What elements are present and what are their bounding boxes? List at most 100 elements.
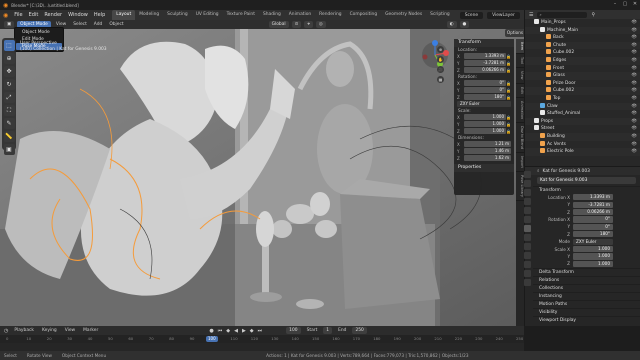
outliner-row[interactable]: Prize Door 👁 bbox=[525, 79, 640, 88]
pivot-icon[interactable]: ⊙ bbox=[291, 21, 302, 28]
add-cube-icon[interactable]: ▣ bbox=[3, 144, 15, 155]
section-viewport-display[interactable]: Viewport Display bbox=[533, 315, 640, 324]
object-name-field[interactable]: Kat for Genesis 9.003 bbox=[537, 177, 636, 184]
minimize-icon[interactable]: – bbox=[610, 1, 620, 9]
lock-icon[interactable]: 🔒 bbox=[506, 122, 511, 127]
sidebar-tab-daz[interactable]: Daz to Blend bbox=[516, 123, 524, 153]
location-y-field[interactable]: -3.7281 m bbox=[464, 60, 506, 67]
outliner-row[interactable]: Props 👁 bbox=[525, 117, 640, 126]
constraints-tab-icon[interactable] bbox=[524, 261, 531, 268]
prop-scale-x-field[interactable]: 1.000 bbox=[573, 246, 613, 253]
overlay-icon[interactable]: ◐ bbox=[446, 21, 457, 28]
render-tab-icon[interactable] bbox=[524, 180, 531, 187]
outliner-row[interactable]: Front 👁 bbox=[525, 64, 640, 73]
sidebar-tab-edit[interactable]: Edit bbox=[516, 84, 524, 98]
menu-playback[interactable]: Playback bbox=[12, 328, 36, 333]
dimensions-x-field[interactable]: 1.21 m bbox=[464, 141, 511, 148]
rotate-icon[interactable]: ↻ bbox=[3, 79, 15, 90]
rotation-z-field[interactable]: 180° bbox=[464, 94, 506, 101]
visibility-eye-icon[interactable]: 👁 bbox=[631, 141, 637, 149]
outliner-row[interactable]: Stuffed_Animal 👁 bbox=[525, 110, 640, 118]
3d-viewport[interactable] bbox=[0, 29, 524, 326]
play-icon[interactable]: ▶ bbox=[242, 328, 246, 334]
outliner-row[interactable]: Chute 👁 bbox=[525, 41, 640, 50]
rotation-x-field[interactable]: 0° bbox=[464, 80, 506, 87]
dimensions-y-field[interactable]: 1.46 m bbox=[464, 148, 511, 155]
prop-scale-z-field[interactable]: 1.000 bbox=[573, 260, 613, 267]
prop-rotation-z-field[interactable]: 180° bbox=[573, 231, 613, 238]
tab-texture-paint[interactable]: Texture Paint bbox=[223, 10, 259, 20]
tab-shading[interactable]: Shading bbox=[259, 10, 285, 20]
lock-icon[interactable]: 🔒 bbox=[506, 81, 511, 86]
playhead[interactable]: 100 bbox=[206, 336, 218, 342]
pan-hand-icon[interactable]: ✋ bbox=[437, 56, 444, 63]
visibility-eye-icon[interactable]: 👁 bbox=[631, 95, 637, 103]
view-layer-selector[interactable]: ViewLayer bbox=[487, 11, 520, 19]
lock-icon[interactable]: 🔒 bbox=[506, 68, 511, 73]
transform-icon[interactable]: ⛶ bbox=[3, 105, 15, 116]
visibility-eye-icon[interactable]: 👁 bbox=[631, 49, 637, 57]
move-icon[interactable]: ✥ bbox=[3, 66, 15, 77]
outliner-row[interactable]: Claw 👁 bbox=[525, 102, 640, 111]
outliner-row[interactable]: Machine_Main 👁 bbox=[525, 26, 640, 35]
scale-icon[interactable]: ⤢ bbox=[3, 92, 15, 103]
tab-scripting[interactable]: Scripting bbox=[426, 10, 454, 20]
object-tab-icon[interactable] bbox=[524, 225, 531, 232]
lock-icon[interactable]: 🔒 bbox=[506, 54, 511, 59]
visibility-eye-icon[interactable]: 👁 bbox=[631, 125, 637, 133]
close-icon[interactable]: ✕ bbox=[630, 1, 640, 9]
menu-object[interactable]: Object bbox=[107, 22, 125, 27]
visibility-eye-icon[interactable]: 👁 bbox=[631, 19, 637, 27]
tab-geometry-nodes[interactable]: Geometry Nodes bbox=[381, 10, 426, 20]
visibility-eye-icon[interactable]: 👁 bbox=[631, 80, 637, 88]
current-frame-field[interactable]: 100 bbox=[286, 327, 301, 334]
modifier-tab-icon[interactable] bbox=[524, 234, 531, 241]
orientation-dropdown[interactable]: Global bbox=[268, 21, 289, 28]
prop-location-y-field[interactable]: -3.7281 m bbox=[573, 201, 613, 208]
menu-help[interactable]: Help bbox=[91, 10, 108, 20]
outliner-row[interactable]: Building 👁 bbox=[525, 132, 640, 141]
sidebar-tab-view[interactable]: View bbox=[516, 68, 524, 84]
section-motion-paths[interactable]: Motion Paths bbox=[533, 299, 640, 308]
prop-rotation-y-field[interactable]: 0° bbox=[573, 223, 613, 231]
visibility-eye-icon[interactable]: 👁 bbox=[631, 65, 637, 73]
menu-edit[interactable]: Edit bbox=[26, 10, 42, 20]
data-tab-icon[interactable] bbox=[524, 270, 531, 277]
location-x-field[interactable]: 1.3393 m bbox=[464, 53, 506, 60]
prop-mode-dropdown[interactable]: ZXY Euler bbox=[573, 238, 613, 245]
dimensions-z-field[interactable]: 1.62 m bbox=[464, 155, 511, 162]
visibility-eye-icon[interactable]: 👁 bbox=[631, 110, 637, 118]
lock-icon[interactable]: 🔒 bbox=[506, 95, 511, 100]
start-frame-field[interactable]: 1 bbox=[323, 327, 333, 334]
outliner-row[interactable]: Back 👁 bbox=[525, 34, 640, 42]
camera-view-icon[interactable]: 🎥 bbox=[437, 66, 444, 73]
transform-section[interactable]: Transform bbox=[533, 186, 640, 194]
menu-render[interactable]: Render bbox=[41, 10, 65, 20]
annotate-icon[interactable]: ✎ bbox=[3, 118, 15, 129]
visibility-eye-icon[interactable]: 👁 bbox=[631, 118, 637, 126]
measure-icon[interactable]: 📏 bbox=[3, 131, 15, 142]
scale-y-field[interactable]: 1.000 bbox=[464, 121, 506, 128]
snap-icon[interactable]: ⌖ bbox=[304, 21, 313, 28]
lock-icon[interactable]: 🔒 bbox=[506, 115, 511, 120]
visibility-eye-icon[interactable]: 👁 bbox=[631, 34, 637, 42]
scene-selector[interactable]: Scene bbox=[459, 11, 484, 19]
prev-key-icon[interactable]: ◆ bbox=[226, 328, 230, 334]
sidebar-tab-tool[interactable]: Tool bbox=[516, 54, 524, 69]
prop-location-x-field[interactable]: 1.3393 m bbox=[573, 194, 613, 201]
sidebar-tab-pose-library[interactable]: Pose Library bbox=[516, 172, 524, 201]
particles-tab-icon[interactable] bbox=[524, 243, 531, 250]
outliner-row[interactable]: Cube.002 👁 bbox=[525, 49, 640, 57]
shading-solid-icon[interactable]: ● bbox=[459, 21, 470, 28]
outliner-row[interactable]: Glass 👁 bbox=[525, 72, 640, 80]
timeline-editor-icon[interactable]: ◷ bbox=[4, 328, 8, 334]
end-frame-field[interactable]: 250 bbox=[352, 327, 367, 334]
outliner-editor-icon[interactable]: ☰ bbox=[529, 12, 533, 18]
record-icon[interactable]: ● bbox=[209, 328, 213, 334]
prop-scale-y-field[interactable]: 1.000 bbox=[573, 253, 613, 260]
tab-rendering[interactable]: Rendering bbox=[315, 10, 345, 20]
lock-icon[interactable]: 🔒 bbox=[506, 129, 511, 134]
editor-type-button[interactable]: ▣ bbox=[4, 21, 15, 28]
tab-compositing[interactable]: Compositing bbox=[346, 10, 382, 20]
visibility-eye-icon[interactable]: 👁 bbox=[631, 103, 637, 111]
